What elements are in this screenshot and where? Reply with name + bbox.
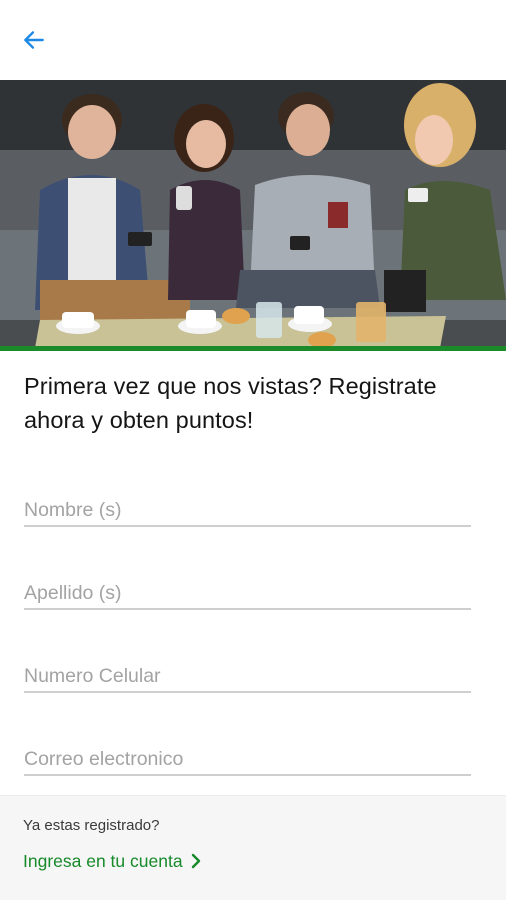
phone-underline (24, 691, 471, 693)
hero-accent-bar (0, 346, 506, 351)
hero-photo (0, 80, 506, 348)
phone-field[interactable] (24, 653, 471, 693)
last-name-underline (24, 608, 471, 610)
page-title: Primera vez que nos vistas? Registrate a… (24, 373, 437, 433)
already-registered-text: Ya estas registrado? (23, 817, 160, 834)
back-button[interactable] (14, 22, 54, 58)
login-link[interactable]: Ingresa en tu cuenta (23, 848, 203, 874)
email-field[interactable] (24, 736, 471, 776)
first-name-underline (24, 525, 471, 527)
app-bar (0, 0, 506, 80)
last-name-input[interactable] (24, 570, 471, 610)
last-name-field[interactable] (24, 570, 471, 610)
arrow-left-icon (24, 31, 44, 49)
email-input[interactable] (24, 736, 471, 776)
chevron-right-icon (191, 853, 200, 869)
login-link-label: Ingresa en tu cuenta (23, 850, 183, 871)
phone-input[interactable] (24, 653, 471, 693)
first-name-field[interactable] (24, 487, 471, 527)
login-footer: Ya estas registrado? Ingresa en tu cuent… (0, 795, 506, 900)
first-name-input[interactable] (24, 487, 471, 527)
email-underline (24, 774, 471, 776)
